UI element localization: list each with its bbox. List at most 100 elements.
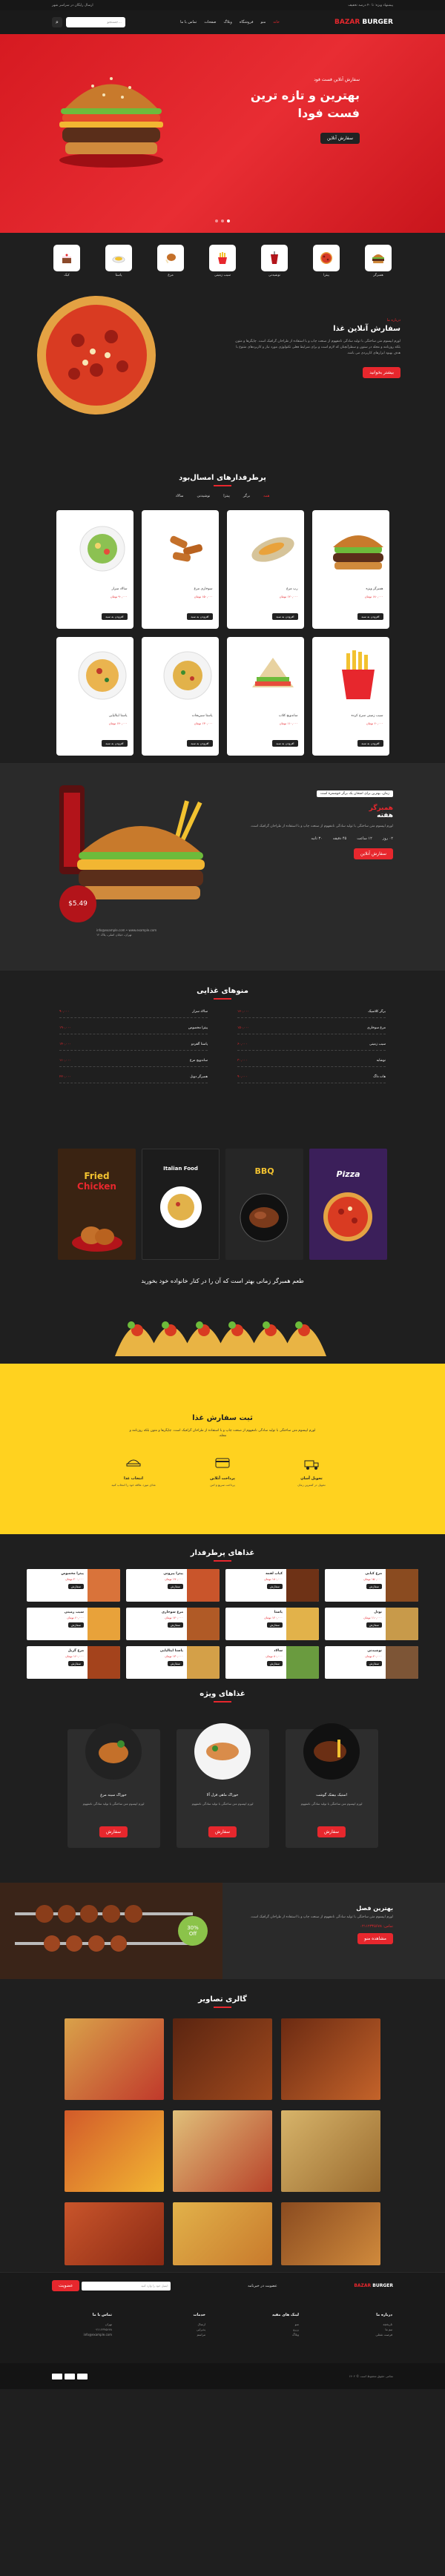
footer-link[interactable]: تاریخچه [333,2322,392,2327]
price-row[interactable]: هات داگ ۹۰,۰۰۰ [237,1075,386,1083]
menu-card[interactable]: سالاد سزار ۹۰,۰۰۰ تومان افزودن به سبد [56,510,134,629]
popular-item[interactable]: نوشیدنی ۴۰,۰۰۰ تومان سفارش [325,1646,418,1679]
add-to-cart-button[interactable]: افزودن به سبد [357,740,383,747]
nav-item-pages[interactable]: صفحات [204,20,216,24]
tab-pizza[interactable]: پیتزا [223,494,230,498]
category-item[interactable]: همبرگر [364,245,392,277]
menu-card[interactable]: رپ مرغ ۱۲۰,۰۰۰ تومان افزودن به سبد [226,510,304,629]
newsletter-email-input[interactable]: ایمیل خود را وارد کنید [82,2281,171,2291]
banner-pizza[interactable]: Pizza [309,1149,387,1260]
menu-card[interactable]: سوخاری مرغ ۱۵۰,۰۰۰ تومان افزودن به سبد [141,510,219,629]
gallery-image[interactable] [173,2018,272,2100]
banner-bbq[interactable]: BBQ [225,1149,303,1260]
nav-item-contact[interactable]: تماس با ما [180,20,197,24]
slider-dot[interactable] [215,219,218,222]
kebab-menu-button[interactable]: مشاهده منو [357,1933,393,1944]
tab-burger[interactable]: برگر [243,494,250,498]
gallery-image[interactable] [281,2018,380,2100]
price-row[interactable]: پیتزا مخصوص ۱۹۰,۰۰۰ [59,1026,208,1034]
price-row[interactable]: نوشابه ۳۰,۰۰۰ [237,1059,386,1067]
order-button[interactable]: سفارش [366,1584,382,1589]
footer-link[interactable]: رزرو [240,2327,299,2332]
popular-item[interactable]: پیتزا مخصوص ۲۰۰,۰۰۰ تومان سفارش [27,1569,120,1602]
order-button[interactable]: سفارش [366,1661,382,1666]
price-row[interactable]: سیب زمینی ۶۰,۰۰۰ [237,1043,386,1051]
order-button[interactable]: سفارش [167,1622,183,1628]
gallery-image[interactable] [65,2018,164,2100]
footer-link[interactable]: وبلاگ [240,2332,299,2337]
gallery-image[interactable] [281,2202,380,2265]
add-to-cart-button[interactable]: افزودن به سبد [102,613,128,620]
menu-card[interactable]: سیب زمینی سرخ کرده ۶۰,۰۰۰ تومان افزودن به … [312,637,389,756]
footer-link[interactable]: منو [240,2322,299,2327]
slider-dot[interactable] [227,219,230,222]
footer-link[interactable]: ارسال [146,2322,205,2327]
banner-italian-food[interactable]: Italian Food [142,1149,220,1260]
category-item[interactable]: سیب زمینی [208,245,237,277]
tab-salad[interactable]: سالاد [176,494,184,498]
order-button[interactable]: سفارش [67,1622,84,1628]
footer-link[interactable]: info@example.com [53,2332,112,2337]
popular-item[interactable]: مرغ کبابی ۱۵۰,۰۰۰ تومان سفارش [325,1569,418,1602]
promo-order-button[interactable]: سفارش آنلاین [353,848,393,859]
order-button[interactable]: سفارش [67,1661,84,1666]
price-row[interactable]: برگر کلاسیک ۱۶۰,۰۰۰ [237,1010,386,1018]
special-order-button[interactable]: سفارش [317,1826,346,1837]
add-to-cart-button[interactable]: افزودن به سبد [357,613,383,620]
order-button[interactable]: سفارش [167,1584,183,1589]
gallery-image[interactable] [173,2110,272,2192]
hero-order-button[interactable]: سفارش آنلاین [320,133,360,144]
add-to-cart-button[interactable]: افزودن به سبد [272,740,298,747]
nav-item-menu[interactable]: منو [260,20,266,24]
order-button[interactable]: سفارش [167,1661,183,1666]
price-row[interactable]: ساندویچ مرغ ۱۱۰,۰۰۰ [59,1059,208,1067]
search-input[interactable]: جستجو... [66,17,126,27]
order-button[interactable]: سفارش [266,1584,283,1589]
price-row[interactable]: همبرگر دوبل ۲۲۰,۰۰۰ [59,1075,208,1083]
order-button[interactable]: سفارش [266,1661,283,1666]
popular-item[interactable]: نودل ۱۱۰,۰۰۰ تومان سفارش [325,1608,418,1640]
add-to-cart-button[interactable]: افزودن به سبد [187,613,213,620]
price-row[interactable]: پاستا آلفردو ۱۴۰,۰۰۰ [59,1043,208,1051]
price-row[interactable]: سالاد سزار ۹۰,۰۰۰ [59,1010,208,1018]
nav-item-home[interactable]: خانه [273,20,280,24]
category-item[interactable]: مرغ [156,245,185,277]
add-to-cart-button[interactable]: افزودن به سبد [272,613,298,620]
add-to-cart-button[interactable]: افزودن به سبد [102,740,128,747]
popular-item[interactable]: سالاد ۸۰,۰۰۰ تومان سفارش [225,1646,319,1679]
menu-card[interactable]: همبرگر ویژه ۱۸۰,۰۰۰ تومان افزودن به سبد [312,510,389,629]
footer-link[interactable]: پذیرایی [146,2327,205,2332]
special-card[interactable]: استیک بیفتک گوشت لورم ایپسوم متن ساختگی ب… [285,1723,378,1848]
special-order-button[interactable]: سفارش [208,1826,237,1837]
tab-all[interactable]: همه [263,494,269,498]
category-item[interactable]: نوشیدنی [260,245,289,277]
order-button[interactable]: سفارش [266,1622,283,1628]
category-item[interactable]: پیتزا [312,245,340,277]
gallery-image[interactable] [173,2202,272,2265]
subscribe-button[interactable]: عضویت [52,2280,80,2291]
popular-item[interactable]: مرغ سوخاری ۱۴۰,۰۰۰ تومان سفارش [126,1608,220,1640]
category-item[interactable]: کیک [53,245,81,277]
menu-card[interactable]: پاستا سبزیجات ۱۳۰,۰۰۰ تومان افزودن به سبد [141,637,219,756]
footer-logo[interactable]: BAZAR BURGER [354,2283,393,2288]
popular-item[interactable]: پاستا ۱۲۰,۰۰۰ تومان سفارش [225,1608,319,1640]
popular-item[interactable]: کباب لقمه ۱۸۰,۰۰۰ تومان سفارش [225,1569,319,1602]
gallery-image[interactable] [65,2110,164,2192]
banner-fried-chicken[interactable]: Fried Chicken [58,1149,136,1260]
footer-link[interactable]: مراسم [146,2332,205,2337]
menu-card[interactable]: ساندویچ کلاب ۱۱۰,۰۰۰ تومان افزودن به سبد [226,637,304,756]
footer-link[interactable]: فرصت شغلی [333,2332,392,2337]
gallery-image[interactable] [65,2202,164,2265]
order-button[interactable]: سفارش [366,1622,382,1628]
add-to-cart-button[interactable]: افزودن به سبد [187,740,213,747]
popular-item[interactable]: پاستا ایتالیایی ۱۳۰,۰۰۰ تومان سفارش [126,1646,220,1679]
special-order-button[interactable]: سفارش [99,1826,128,1837]
order-button[interactable]: سفارش [67,1584,84,1589]
menu-card[interactable]: پاستا ایتالیایی ۱۴۰,۰۰۰ تومان افزودن به سب… [56,637,134,756]
category-item[interactable]: پاستا [105,245,133,277]
about-read-more-button[interactable]: بیشتر بخوانید [363,367,400,378]
nav-item-blog[interactable]: وبلاگ [224,20,232,24]
search-icon[interactable]: ⌕ [52,17,63,27]
special-card[interactable]: خوراک سینه مرغ لورم ایپسوم متن ساختگی با … [67,1723,160,1848]
tab-drinks[interactable]: نوشیدنی [197,494,210,498]
